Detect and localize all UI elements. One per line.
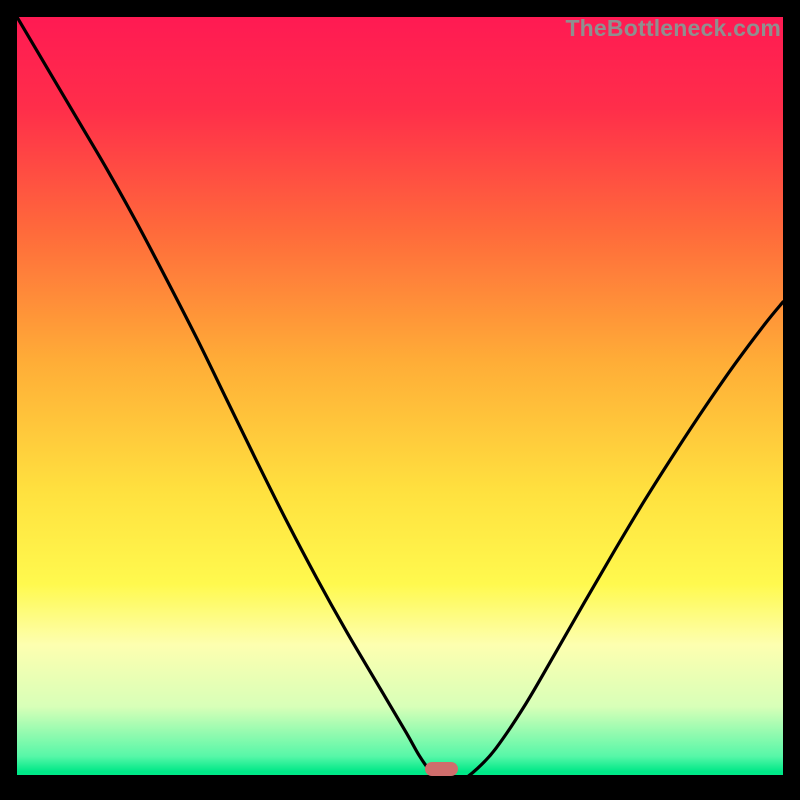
chart-frame: TheBottleneck.com: [17, 17, 783, 783]
watermark-text: TheBottleneck.com: [565, 15, 781, 42]
baseline: [17, 775, 783, 783]
optimal-marker: [425, 762, 458, 776]
bottleneck-plot: [17, 17, 783, 783]
gradient-background: [17, 17, 783, 783]
